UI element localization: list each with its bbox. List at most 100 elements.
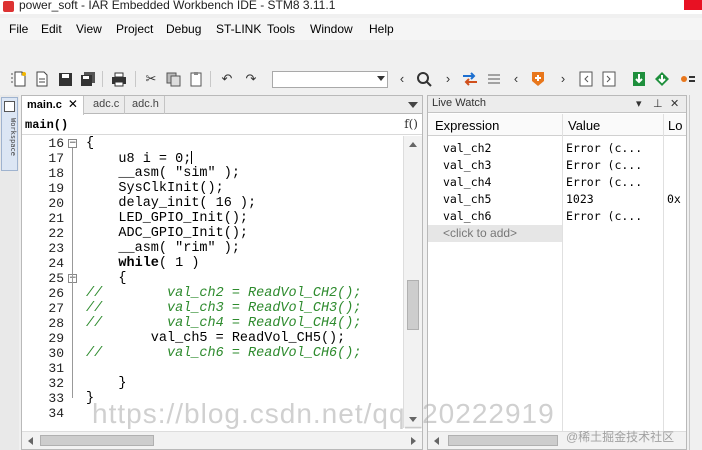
code-line[interactable]: 26 // val_ch2 = ReadVol_CH2(); [22, 286, 402, 301]
code-text: __asm( "rim" ); [86, 241, 240, 256]
pane-menu-icon[interactable]: ▾ [636, 97, 642, 110]
menu-bar: File Edit View Project Debug ST-LINK Too… [0, 18, 702, 40]
code-comment: // val_ch2 = ReadVol_CH2(); [86, 286, 362, 301]
code-line[interactable]: 30 // val_ch6 = ReadVol_CH6(); [22, 346, 402, 361]
code-area[interactable]: 16−{17 u8 i = 0; 18 __asm( "sim" ); 19 Sys… [22, 136, 402, 428]
menu-edit[interactable]: Edit [41, 22, 62, 36]
fold-collapse-icon[interactable]: − [68, 139, 77, 148]
code-line[interactable]: 21 LED_GPIO_Init(); [22, 211, 402, 226]
scroll-up-icon[interactable] [409, 142, 417, 147]
next-bookmark-icon[interactable] [601, 71, 617, 87]
search-icon[interactable] [416, 71, 432, 87]
code-line[interactable]: 19 SysClkInit(); [22, 181, 402, 196]
close-icon[interactable]: ✕ [670, 97, 679, 110]
tab-label: adc.h [132, 98, 159, 110]
scroll-thumb[interactable] [448, 435, 558, 446]
scroll-down-icon[interactable] [409, 417, 417, 422]
watch-row[interactable]: val_ch5 1023 0x [428, 191, 686, 208]
code-line[interactable]: 22 ADC_GPIO_Init(); [22, 226, 402, 241]
code-line[interactable]: 28 // val_ch4 = ReadVol_CH4(); [22, 316, 402, 331]
save-all-icon[interactable] [80, 71, 96, 87]
code-line[interactable]: 31 [22, 361, 402, 376]
tab-list-dropdown-icon[interactable] [408, 102, 418, 108]
fold-guide [72, 148, 73, 398]
menu-debug[interactable]: Debug [166, 22, 201, 36]
previous-bookmark-icon[interactable] [578, 71, 594, 87]
watch-value: Error (c... [566, 158, 643, 172]
editor-horizontal-scrollbar[interactable] [22, 431, 422, 449]
cut-icon[interactable]: ✂ [143, 71, 159, 87]
redo-icon[interactable]: ↷ [243, 71, 259, 87]
open-file-icon[interactable] [34, 71, 50, 87]
scroll-right-icon[interactable] [411, 437, 416, 445]
code-line[interactable]: 20 delay_init( 16 ); [22, 196, 402, 211]
menu-view[interactable]: View [76, 22, 102, 36]
code-line[interactable]: 23 __asm( "rim" ); [22, 241, 402, 256]
code-line[interactable]: 34 [22, 406, 402, 421]
watch-add-row[interactable]: <click to add> [428, 225, 562, 242]
column-header-value[interactable]: Value [568, 118, 600, 133]
code-line[interactable]: 18 __asm( "sim" ); [22, 166, 402, 181]
code-text: val_ch5 = ReadVol_CH5(); [86, 331, 346, 346]
new-file-icon[interactable] [12, 71, 28, 87]
copy-icon[interactable] [165, 71, 181, 87]
watch-row[interactable]: val_ch4 Error (c... [428, 174, 686, 191]
menu-project[interactable]: Project [116, 22, 153, 36]
scroll-left-icon[interactable] [28, 437, 33, 445]
navigate-forward-icon[interactable]: › [555, 71, 571, 87]
function-selector[interactable]: main() [25, 118, 68, 132]
workspace-tab[interactable]: Workspace [1, 97, 18, 171]
download-icon[interactable] [631, 71, 647, 87]
undo-icon[interactable]: ↶ [219, 71, 235, 87]
code-line[interactable]: 17 u8 i = 0; [22, 151, 402, 167]
breakpoints-icon[interactable] [680, 71, 696, 87]
menu-window[interactable]: Window [310, 22, 353, 36]
tab-adc-c[interactable]: adc.c [88, 96, 126, 114]
function-list-icon[interactable]: f() [404, 117, 418, 131]
column-header-location[interactable]: Lo [668, 118, 682, 133]
scroll-thumb[interactable] [407, 280, 419, 330]
toggle-bookmark-icon[interactable] [530, 71, 546, 87]
function-navigation-bar[interactable]: main() f() [22, 115, 422, 135]
close-window-button[interactable] [684, 0, 702, 10]
pin-icon[interactable]: ⊥ [653, 97, 663, 110]
watch-row[interactable]: val_ch6 Error (c... [428, 208, 686, 225]
tab-label: adc.c [93, 98, 120, 110]
download-and-debug-icon[interactable] [654, 71, 670, 87]
code-line[interactable]: 27 // val_ch3 = ReadVol_CH3(); [22, 301, 402, 316]
code-line[interactable]: 29 val_ch5 = ReadVol_CH5(); [22, 331, 402, 346]
menu-tools[interactable]: Tools [267, 22, 295, 36]
code-line[interactable]: 24 while( 1 ) [22, 256, 402, 271]
watch-row[interactable]: val_ch3 Error (c... [428, 157, 686, 174]
column-header-expression[interactable]: Expression [435, 118, 499, 133]
close-icon[interactable]: ✕ [68, 97, 78, 111]
find-combobox[interactable] [272, 71, 388, 88]
code-line[interactable]: 16−{ [22, 136, 402, 151]
code-line[interactable]: 33} [22, 391, 402, 406]
find-next-icon[interactable]: › [440, 71, 456, 87]
menu-st-link[interactable]: ST-LINK [216, 22, 261, 36]
chevron-down-icon[interactable] [377, 76, 385, 81]
editor-vertical-scrollbar[interactable] [403, 136, 422, 428]
save-icon[interactable] [57, 71, 73, 87]
watch-horizontal-scrollbar[interactable] [428, 431, 686, 449]
scroll-left-icon[interactable] [434, 437, 439, 445]
click-to-add-placeholder[interactable]: <click to add> [443, 226, 517, 240]
replace-icon[interactable] [462, 71, 478, 87]
menu-file[interactable]: File [9, 22, 28, 36]
code-line[interactable]: 32 } [22, 376, 402, 391]
scroll-thumb[interactable] [40, 435, 154, 446]
find-previous-icon[interactable]: ‹ [394, 71, 410, 87]
navigate-back-icon[interactable]: ‹ [508, 71, 524, 87]
print-icon[interactable] [111, 71, 127, 87]
tab-main-c[interactable]: main.c ✕ [22, 96, 84, 115]
menu-help[interactable]: Help [369, 22, 394, 36]
watch-value: 1023 [566, 192, 594, 206]
code-line[interactable]: 25− { [22, 271, 402, 286]
go-to-icon[interactable] [486, 71, 502, 87]
tab-adc-h[interactable]: adc.h [127, 96, 165, 114]
line-number: 23 [48, 241, 64, 256]
paste-icon[interactable] [188, 71, 204, 87]
watch-row[interactable]: val_ch2 Error (c... [428, 140, 686, 157]
editor-tab-bar: main.c ✕ adc.c adc.h [22, 96, 422, 115]
